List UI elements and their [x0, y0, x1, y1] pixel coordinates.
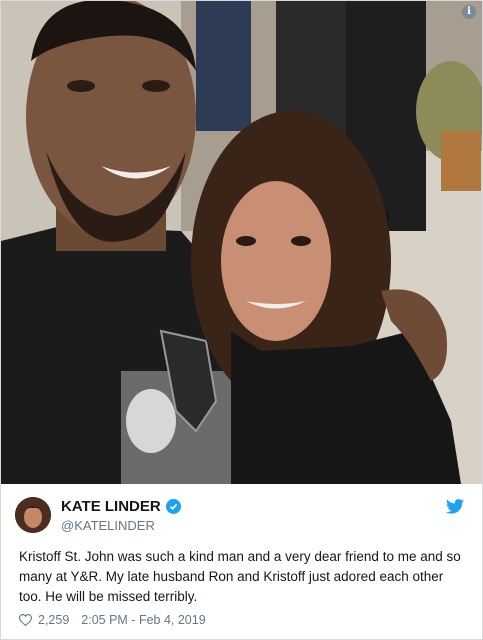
- twitter-bird-icon[interactable]: [446, 499, 464, 519]
- like-count[interactable]: 2,259: [38, 613, 69, 627]
- tweet-footer: 2,259 2:05 PM - Feb 4, 2019: [19, 613, 206, 627]
- heart-icon[interactable]: [19, 614, 32, 626]
- author-info: KATE LINDER @KATELINDER: [61, 498, 181, 533]
- tweet-card: i KATE LINDER @KATELINDER Kristoff St. J…: [0, 0, 483, 640]
- handle[interactable]: @KATELINDER: [61, 518, 181, 533]
- info-icon[interactable]: i: [462, 5, 476, 19]
- verified-badge-icon: [165, 499, 181, 514]
- display-name-row: KATE LINDER: [61, 498, 181, 515]
- timestamp[interactable]: 2:05 PM - Feb 4, 2019: [81, 613, 205, 627]
- tweet-photo[interactable]: i: [1, 1, 482, 484]
- tweet-header: KATE LINDER @KATELINDER: [15, 495, 468, 535]
- display-name[interactable]: KATE LINDER: [61, 498, 161, 515]
- avatar[interactable]: [15, 497, 51, 533]
- tweet-text: Kristoff St. John was such a kind man an…: [19, 549, 461, 604]
- avatar-image: [15, 497, 51, 533]
- selfie-photo-illustration: [1, 1, 482, 484]
